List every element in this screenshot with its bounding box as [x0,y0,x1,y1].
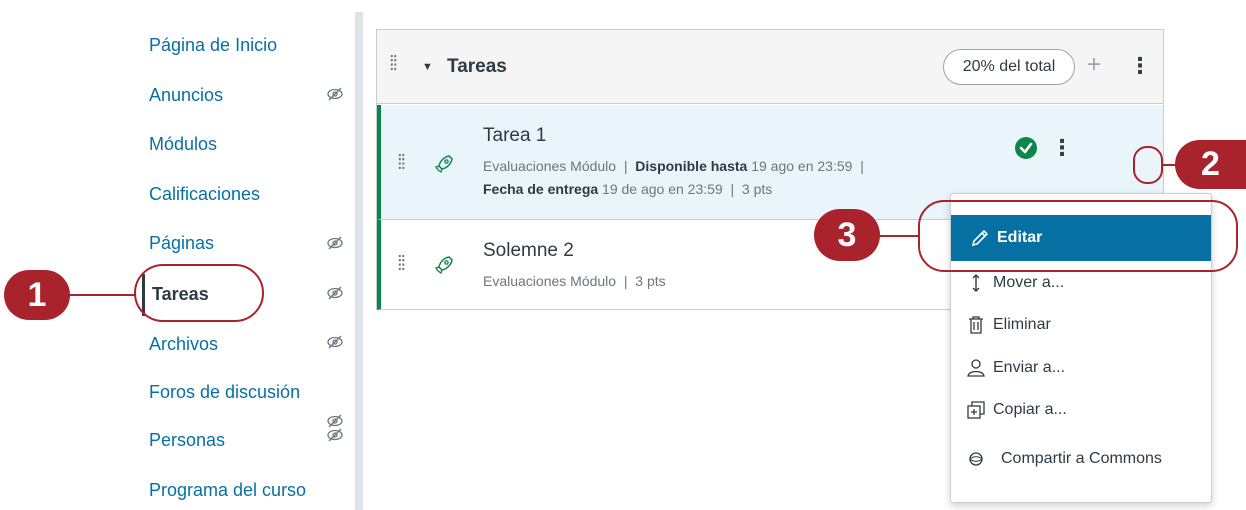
nav-item-modules[interactable]: Módulos [149,134,217,155]
assignment-module: Evaluaciones Módulo [483,158,617,174]
available-label: Disponible hasta [635,158,748,174]
move-icon [972,274,980,292]
menu-item-copy-to[interactable]: Copiar a... [965,399,1067,421]
add-assignment-icon[interactable]: + [1087,51,1101,79]
due-value: 19 de ago en 23:59 [602,181,723,197]
assignment-title[interactable]: Solemne 2 [483,240,574,262]
assignment-group-header[interactable]: ⁞⁞ ▼ Tareas 20% del total + ⋮ [377,30,1163,104]
callout-badge-2: 2 [1175,140,1246,189]
published-check-icon[interactable] [1015,137,1037,159]
nav-item-discussions[interactable]: Foros de discusión [149,382,300,403]
menu-item-label: Mover a... [993,274,1065,291]
hidden-eye-icon [327,286,343,300]
copy-icon [967,401,985,419]
nav-item-syllabus[interactable]: Programa del curso [149,480,306,501]
assignment-rocket-icon [434,155,453,174]
group-weight-badge: 20% del total [943,49,1075,85]
nav-item-pages[interactable]: Páginas [149,233,214,254]
menu-item-label: Copiar a... [993,401,1067,418]
due-label: Fecha de entrega [483,181,599,197]
hidden-eye-icon [327,87,343,101]
drag-handle-icon[interactable]: ⁞⁞ [397,153,406,173]
available-value: 19 ago en 23:59 [751,158,853,174]
commons-icon [969,452,983,466]
nav-item-announcements[interactable]: Anuncios [149,85,223,106]
trash-icon [969,316,983,334]
drag-handle-icon[interactable]: ⁞⁞ [397,254,406,274]
assignment-rocket-icon [434,256,453,275]
menu-item-label: Enviar a... [993,359,1066,376]
callout-ring-3 [918,200,1238,272]
callout-ring-1 [134,264,264,322]
nav-divider [355,12,363,510]
nav-item-files[interactable]: Archivos [149,334,218,355]
assignment-options-kebab-icon[interactable]: ⋮ [1051,137,1073,159]
assignment-meta-line-2: Fecha de entrega 19 de ago en 23:59 | 3 … [483,181,773,197]
course-nav: Página de Inicio Anuncios Módulos Califi… [0,0,355,510]
hidden-eye-icon [327,236,343,250]
assignment-meta-line-1: Evaluaciones Módulo | 3 pts [483,273,666,289]
menu-item-label: Eliminar [993,316,1051,333]
callout-badge-3: 3 [814,209,880,261]
hidden-eye-icon [327,428,343,442]
hidden-eye-icon [327,335,343,349]
drag-handle-icon[interactable]: ⁞⁞ [389,54,398,74]
menu-item-move[interactable]: Mover a... [965,272,1064,294]
callout-connector-2 [1163,164,1175,166]
nav-item-grades[interactable]: Calificaciones [149,184,260,205]
group-options-kebab-icon[interactable]: ⋮ [1129,55,1151,77]
assignment-meta-line-1: Evaluaciones Módulo | Disponible hasta 1… [483,158,864,174]
assignment-group-title: Tareas [447,56,507,77]
user-icon [967,359,985,377]
nav-item-home[interactable]: Página de Inicio [149,35,277,56]
menu-item-label: Compartir a Commons [1001,450,1162,467]
nav-item-people[interactable]: Personas [149,430,225,451]
menu-item-send-to[interactable]: Enviar a... [965,357,1065,379]
menu-item-share-commons[interactable]: Compartir a Commons [965,448,1162,470]
menu-item-delete[interactable]: Eliminar [965,314,1051,336]
callout-connector-3 [878,235,920,237]
callout-ring-2 [1133,146,1163,184]
assignment-points: 3 pts [635,273,666,289]
assignment-points: 3 pts [741,181,773,197]
collapse-caret-icon[interactable]: ▼ [422,61,433,73]
assignment-module: Evaluaciones Módulo [483,273,617,289]
callout-connector-1 [70,294,136,296]
callout-badge-1: 1 [4,270,70,320]
assignment-title[interactable]: Tarea 1 [483,125,546,147]
